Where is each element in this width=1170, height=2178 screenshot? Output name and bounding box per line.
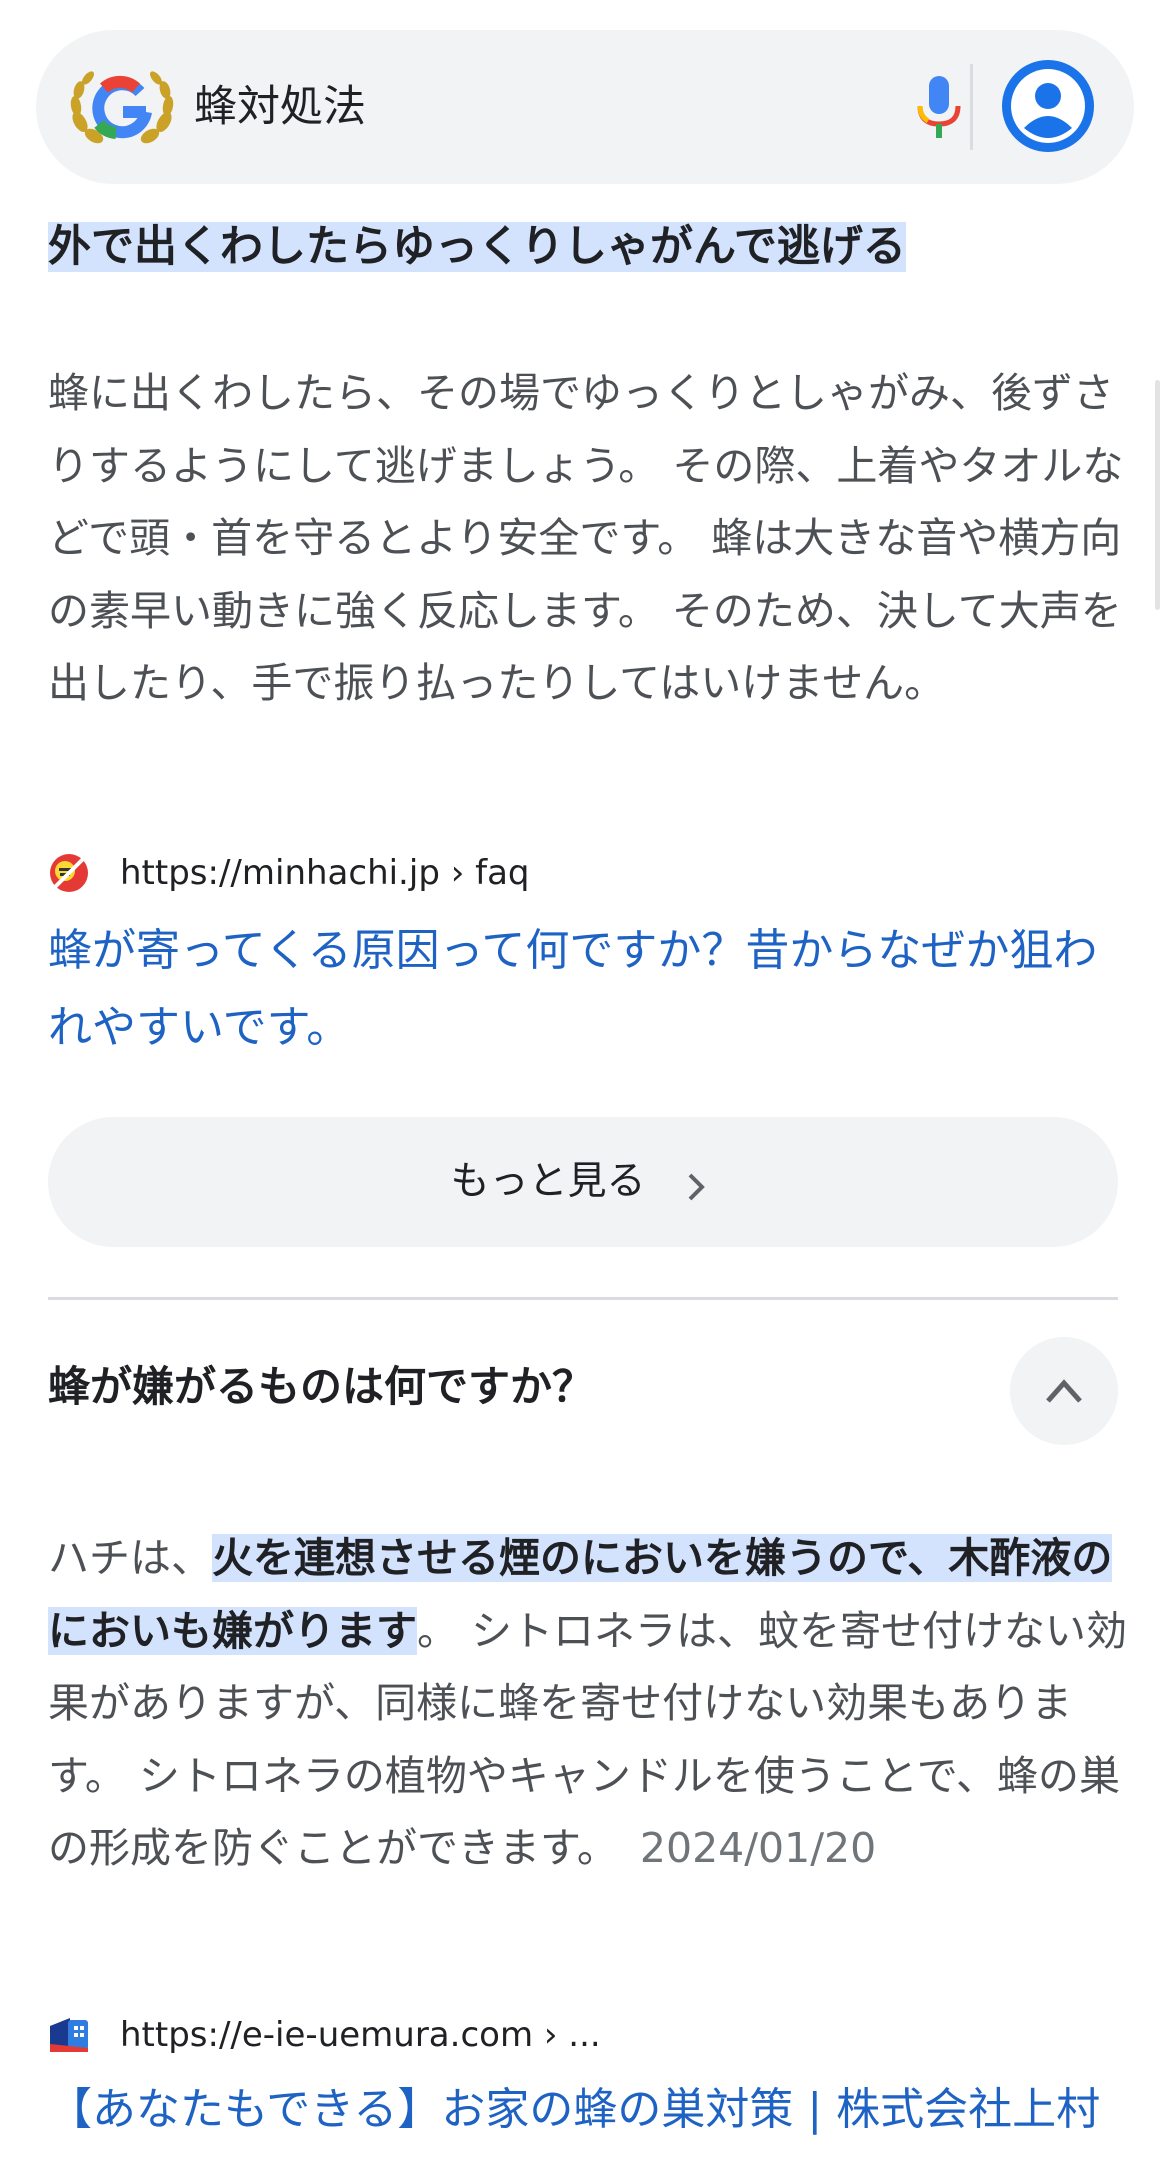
uemura-favicon-icon bbox=[50, 2018, 88, 2052]
section-divider bbox=[48, 1297, 1118, 1300]
answer-prefix: ハチは、 bbox=[48, 1534, 212, 1582]
search-query[interactable]: 蜂対処法 bbox=[194, 75, 366, 139]
source-url[interactable]: https://minhachi.jp › faq bbox=[120, 848, 530, 898]
bee-favicon-icon bbox=[50, 854, 88, 892]
question-answer-text: ハチは、火を連想させる煙のにおいを嫌うので、木酢液のにおいも嫌がります。 シトロ… bbox=[48, 1522, 1128, 1885]
google-g-laurel-logo[interactable] bbox=[66, 66, 178, 148]
scrollbar[interactable] bbox=[1155, 380, 1160, 610]
collapse-button[interactable] bbox=[1010, 1337, 1118, 1445]
more-button-label: もっと見る bbox=[450, 1159, 646, 1204]
account-circle-icon[interactable] bbox=[998, 56, 1098, 156]
result-link-title[interactable]: 【あなたもできる】お家の蜂の巣対策 | 株式会社上村 bbox=[48, 2078, 1128, 2142]
featured-snippet-heading: 外で出くわしたらゆっくりしゃがんで逃げる bbox=[48, 222, 906, 272]
search-divider bbox=[970, 64, 973, 150]
chevron-up-icon bbox=[1046, 1379, 1082, 1403]
featured-snippet-text: 蜂に出くわしたら、その場でゆっくりとしゃがみ、後ずさりするようにして逃げましょう… bbox=[48, 369, 1124, 707]
result-link-title[interactable]: 蜂が寄ってくる原因って何ですか？昔からなぜか狙われやすいです。 bbox=[48, 912, 1128, 1066]
source-url[interactable]: https://e-ie-uemura.com › ... bbox=[120, 2010, 601, 2060]
more-button[interactable]: もっと見る bbox=[48, 1117, 1118, 1247]
mic-icon[interactable] bbox=[904, 70, 974, 144]
answer-date: 2024/01/20 bbox=[639, 1824, 877, 1872]
search-bar[interactable]: 蜂対処法 bbox=[36, 30, 1134, 184]
question-title[interactable]: 蜂が嫌がるものは何ですか？ bbox=[48, 1355, 594, 1419]
chevron-right-icon bbox=[688, 1173, 705, 1200]
